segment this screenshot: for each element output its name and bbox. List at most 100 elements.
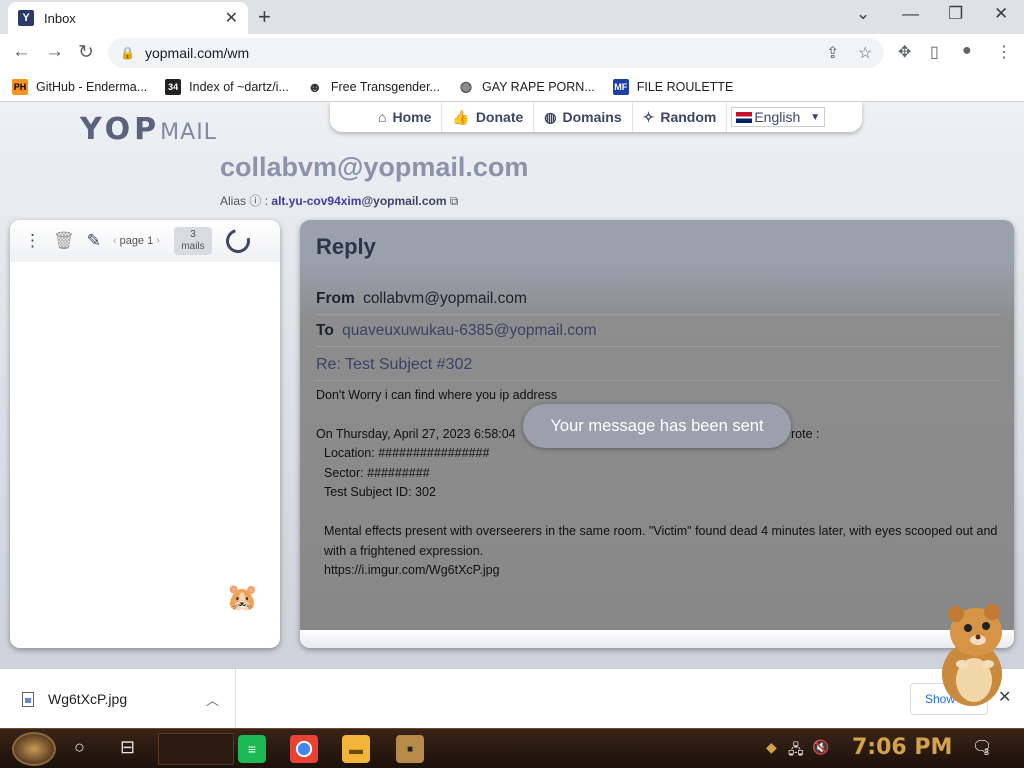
restore-icon[interactable]: ❐ — [948, 4, 963, 24]
pager: ‹ page 1 › — [113, 235, 160, 247]
bookmark-mf-icon: MF — [612, 78, 629, 95]
tray-chevron-icon[interactable]: ◆ — [766, 739, 777, 756]
uk-flag-icon — [736, 111, 753, 123]
nav-label: Domains — [562, 109, 622, 125]
quoted-message: Location: ################ Sector: #####… — [324, 444, 1006, 581]
inbox-panel: ⋮ 🗑 ✎ ‹ page 1 › 3 mails 🐹 — [10, 220, 280, 648]
address-bar[interactable]: 🔒 yopmail.com/wm ⇪ ☆ — [108, 38, 884, 68]
bookmark-label: FILE ROULETTE — [636, 79, 734, 94]
subject-field[interactable]: Re: Test Subject #302 — [316, 356, 1000, 381]
start-button[interactable] — [12, 732, 56, 766]
nav-home[interactable]: ⌂ Home — [368, 102, 443, 132]
nav-label: Donate — [475, 109, 524, 125]
language-select[interactable]: English ▼ — [731, 107, 826, 127]
browser-toolbar: ← → ↻ 🔒 yopmail.com/wm ⇪ ☆ ✥ ▯ ● ⋮ — [0, 34, 1024, 72]
globe-icon: ◍ — [459, 78, 473, 94]
forward-arrow-icon[interactable]: → — [45, 41, 64, 63]
mail-count: 3 — [190, 229, 196, 240]
task-view-icon[interactable]: ⊟ — [120, 737, 135, 758]
close-window-icon[interactable]: ✕ — [994, 4, 1008, 24]
to-label: To — [316, 322, 334, 339]
bookmark-item[interactable]: ◍ GAY RAPE PORN... — [458, 78, 595, 95]
trash-icon[interactable]: 🗑 — [53, 231, 75, 251]
lock-icon[interactable]: 🔒 — [120, 46, 135, 60]
tab-inbox[interactable]: Y Inbox ✕ — [8, 2, 248, 34]
bookmark-item[interactable]: MF FILE ROULETTE — [612, 78, 734, 95]
home-icon: ⌂ — [378, 109, 387, 125]
copy-icon[interactable]: ⧉ — [450, 194, 459, 208]
notes-app-icon[interactable]: ≡ — [238, 735, 266, 763]
back-arrow-icon[interactable]: ← — [12, 41, 31, 63]
more-options-icon[interactable]: ⋮ — [24, 231, 41, 251]
quote-link[interactable]: https://i.imgur.com/Wg6tXcP.jpg — [324, 561, 1006, 581]
mail-count-badge: 3 mails — [173, 227, 212, 255]
bookmark-star-icon[interactable]: ☆ — [858, 43, 872, 63]
next-page-icon[interactable]: › — [156, 235, 160, 247]
network-icon[interactable]: 🖧 — [788, 739, 804, 763]
to-field[interactable]: quaveuxuwukau-6385@yopmail.com — [342, 322, 596, 339]
download-bar: Wg6tXcP.jpg ︿ Show ✕ — [0, 668, 1024, 729]
bookmark-34-icon: 34 — [165, 78, 182, 95]
top-navigation: ⌂ Home 👍 Donate ◍ Domains ✧ Random Engli… — [330, 102, 862, 132]
yopmail-favicon-icon: Y — [18, 10, 34, 26]
hamster-mascot-icon — [942, 604, 1002, 706]
download-item[interactable]: Wg6tXcP.jpg ︿ — [0, 669, 236, 729]
chevron-down-icon: ▼ — [810, 111, 821, 123]
notifications-icon[interactable]: 🗨 — [972, 737, 992, 757]
from-value: collabvm@yopmail.com — [363, 290, 527, 307]
alias-domain: @yopmail.com — [361, 194, 447, 208]
nav-random[interactable]: ✧ Random — [633, 102, 728, 132]
to-row: To quaveuxuwukau-6385@yopmail.com — [316, 322, 1000, 347]
hamster-sticker-icon: 🐹 — [226, 582, 259, 612]
prev-page-icon[interactable]: ‹ — [113, 235, 117, 247]
pencil-compose-icon[interactable]: ✎ — [87, 231, 101, 251]
taskbar-search[interactable] — [158, 733, 234, 765]
refresh-icon[interactable] — [221, 224, 255, 258]
volume-muted-icon[interactable]: 🔇 — [812, 739, 829, 756]
sent-toast: Your message has been sent — [523, 404, 791, 448]
file-explorer-icon[interactable]: ▬ — [342, 735, 370, 763]
logo-text-left: YOP — [80, 112, 161, 147]
tab-search-chevron-icon[interactable]: ⌄ — [856, 4, 870, 24]
notification-count: 3 — [984, 747, 990, 757]
alias-line: Alias ⓘ : alt.yu-cov94xim@yopmail.com ⧉ — [220, 194, 459, 208]
tab-title: Inbox — [44, 10, 76, 26]
alias-value[interactable]: alt.yu-cov94xim — [271, 194, 361, 208]
from-label: From — [316, 290, 355, 307]
bookmark-item[interactable]: ☻ Free Transgender... — [307, 79, 440, 95]
bookmark-label: Index of ~dartz/i... — [189, 79, 289, 94]
share-icon[interactable]: ⇪ — [826, 43, 839, 63]
chevron-up-icon[interactable]: ︿ — [206, 690, 219, 709]
close-tab-icon[interactable]: ✕ — [225, 8, 238, 28]
taskbar-clock[interactable]: 7:06 PM — [852, 735, 952, 760]
bookmark-ph-icon: PH — [12, 78, 28, 95]
page-label: page 1 — [119, 235, 154, 247]
logo-text-right: MAIL — [160, 120, 217, 145]
game-app-icon[interactable]: ■ — [396, 735, 424, 763]
body-line: Don't Worry i can find where you ip addr… — [316, 388, 558, 402]
profile-avatar-icon[interactable]: ● — [962, 42, 972, 60]
url-text: yopmail.com/wm — [144, 45, 250, 61]
menu-kebab-icon[interactable]: ⋮ — [996, 42, 1012, 62]
minimize-icon[interactable]: — — [902, 4, 919, 24]
bookmark-item[interactable]: PH GitHub - Enderma... — [12, 78, 147, 95]
mask-icon: ☻ — [307, 78, 323, 95]
bookmark-item[interactable]: 34 Index of ~dartz/i... — [165, 78, 289, 95]
yopmail-logo[interactable]: YOPMAIL — [80, 112, 217, 147]
nav-domains[interactable]: ◍ Domains — [534, 102, 633, 132]
chrome-icon[interactable] — [290, 735, 318, 763]
reply-footer — [300, 630, 1014, 648]
language-value: English — [754, 109, 801, 125]
bookmark-label: Free Transgender... — [330, 79, 440, 94]
nav-donate[interactable]: 👍 Donate — [442, 102, 535, 132]
yopmail-page: YOPMAIL ⌂ Home 👍 Donate ◍ Domains ✧ Rand… — [0, 102, 1024, 668]
bookmark-label: GAY RAPE PORN... — [481, 79, 595, 94]
cortana-circle-icon[interactable]: ○ — [74, 737, 85, 758]
info-icon[interactable]: ⓘ — [249, 194, 261, 208]
quote-header-right: rote : — [791, 426, 820, 441]
new-tab-icon[interactable]: + — [258, 4, 271, 30]
side-panel-icon[interactable]: ▯ — [930, 42, 939, 62]
globe-icon: ◍ — [544, 108, 557, 125]
extensions-puzzle-icon[interactable]: ✥ — [898, 42, 911, 62]
reload-icon[interactable]: ↻ — [78, 41, 94, 64]
